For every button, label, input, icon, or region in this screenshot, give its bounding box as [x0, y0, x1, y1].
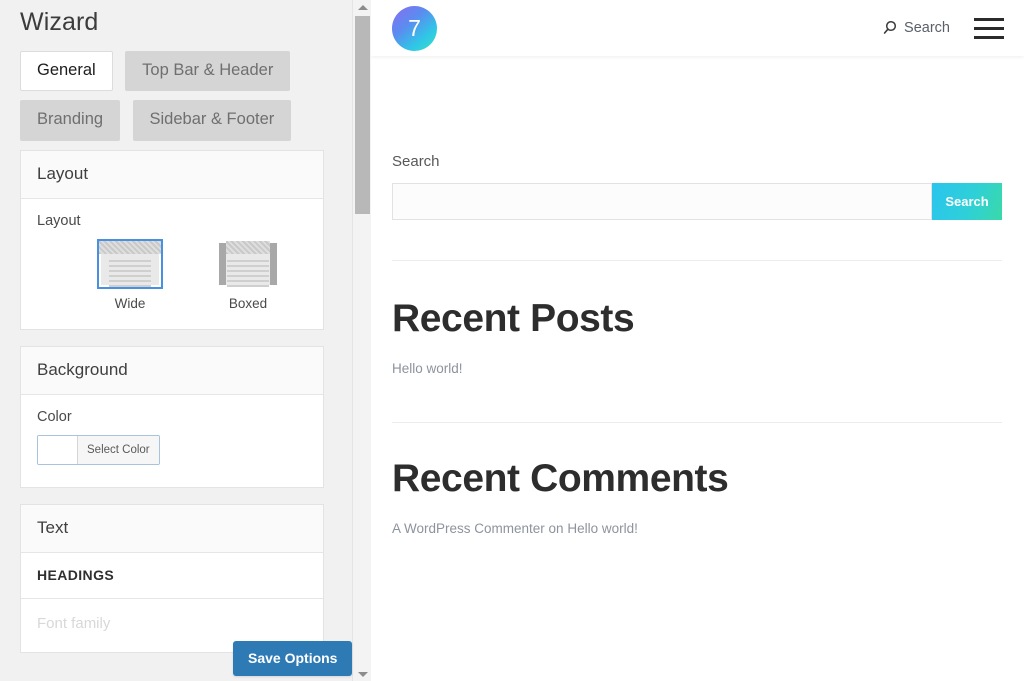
background-color-label: Color — [37, 408, 72, 425]
header-actions: Search — [882, 17, 1004, 39]
save-options-button[interactable]: Save Options — [233, 641, 353, 676]
panel-layout-heading: Layout — [21, 150, 323, 199]
preview-content: Search Search Recent Posts Hello world! … — [371, 56, 1024, 536]
wizard-scroll-area: Wizard General Top Bar & Header Branding… — [0, 0, 352, 681]
hamburger-icon[interactable] — [974, 17, 1004, 39]
wizard-tabs: General Top Bar & Header Branding Sideba… — [0, 37, 300, 150]
scroll-down-arrow-icon[interactable] — [353, 667, 371, 681]
header-search-toggle[interactable]: Search — [882, 20, 950, 36]
tab-sidebar-and-footer[interactable]: Sidebar & Footer — [132, 100, 292, 141]
text-headings-subheading: HEADINGS — [21, 553, 323, 599]
search-form: Search — [392, 183, 1002, 220]
panel-layout: Layout Layout Wide Boxed — [20, 149, 324, 330]
tab-general[interactable]: General — [20, 51, 113, 92]
layout-options: Wide Boxed — [37, 238, 307, 311]
recent-posts-title: Recent Posts — [392, 297, 635, 340]
header-search-label: Search — [904, 20, 950, 36]
tab-branding[interactable]: Branding — [20, 100, 121, 141]
scroll-up-arrow-icon[interactable] — [353, 0, 371, 14]
wizard-panel: Wizard General Top Bar & Header Branding… — [0, 0, 371, 681]
site-logo[interactable]: 7 — [392, 5, 437, 51]
panel-text-heading: Text — [21, 504, 323, 553]
search-submit-button[interactable]: Search — [932, 183, 1002, 220]
panel-background: Background Color Select Color — [20, 345, 324, 488]
site-preview: 7 Search Search Search Recent Posts Hell… — [371, 0, 1024, 681]
layout-field-label: Layout — [37, 212, 81, 229]
layout-thumb-boxed-icon — [215, 238, 281, 289]
panel-background-body: Color Select Color — [21, 395, 323, 487]
tab-top-bar-and-header[interactable]: Top Bar & Header — [125, 51, 291, 92]
scrollbar-thumb[interactable] — [355, 16, 370, 214]
select-color-button[interactable]: Select Color — [78, 435, 159, 464]
layout-thumb-wide-icon — [97, 238, 163, 289]
layout-option-boxed[interactable]: Boxed — [189, 238, 307, 311]
search-input[interactable] — [392, 183, 932, 220]
wizard-customizer-screen: Wizard General Top Bar & Header Branding… — [0, 0, 1024, 681]
panel-background-heading: Background — [21, 346, 323, 395]
page-title: Wizard — [20, 8, 99, 36]
layout-option-boxed-label: Boxed — [228, 295, 268, 311]
layout-option-wide-label: Wide — [114, 295, 146, 311]
panel-layout-body: Layout Wide Boxed — [21, 199, 323, 329]
layout-option-wide[interactable]: Wide — [71, 238, 189, 311]
site-header: 7 Search — [371, 0, 1024, 56]
panel-text: Text HEADINGS Font family — [20, 503, 324, 653]
recent-comments-title: Recent Comments — [392, 457, 729, 500]
recent-posts-item[interactable]: Hello world! — [392, 361, 1002, 376]
color-swatch[interactable] — [38, 435, 78, 464]
search-icon — [883, 20, 897, 34]
recent-comments-item[interactable]: A WordPress Commenter on Hello world! — [392, 521, 1002, 536]
background-color-picker[interactable]: Select Color — [37, 434, 160, 465]
wizard-scrollbar[interactable] — [352, 0, 371, 681]
search-widget-title: Search — [392, 153, 440, 170]
